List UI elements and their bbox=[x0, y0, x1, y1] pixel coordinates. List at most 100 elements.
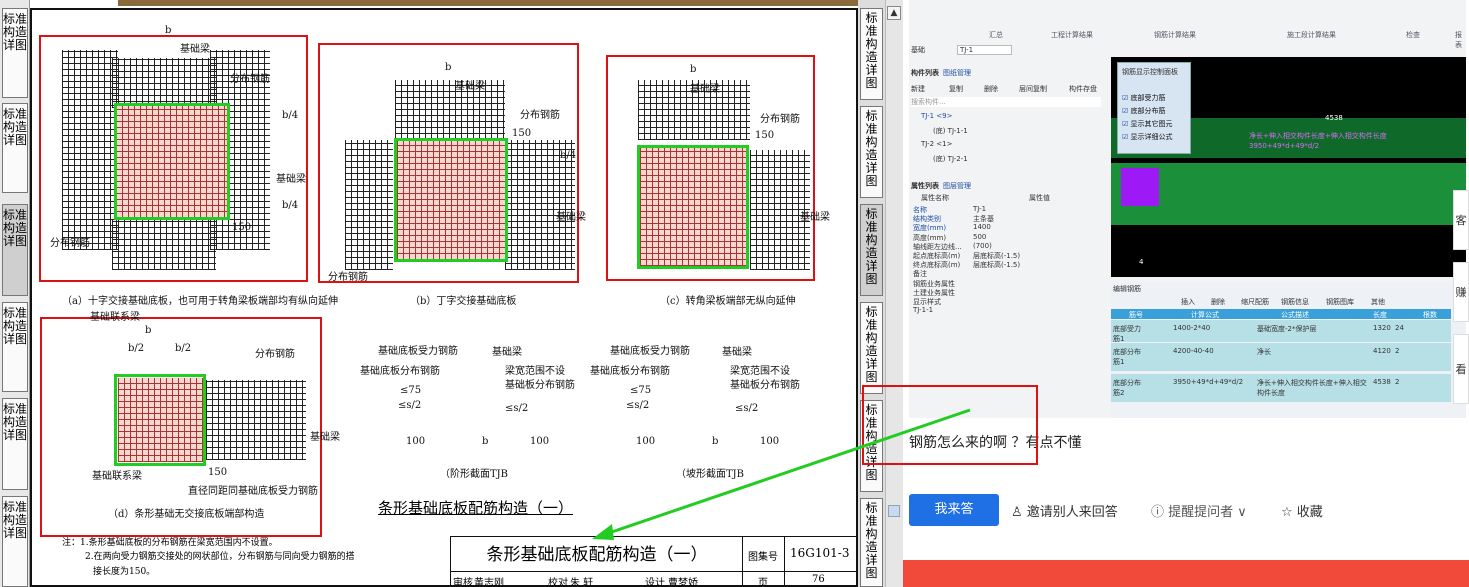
rebar-grid bbox=[345, 140, 393, 270]
answer-button[interactable]: 我来答 bbox=[909, 494, 999, 526]
prop-name: TJ-1-1 bbox=[913, 306, 934, 315]
label: 100 bbox=[760, 436, 780, 447]
label: ≤75 bbox=[400, 385, 422, 396]
prop-value[interactable]: 500 bbox=[973, 233, 986, 241]
tree-item[interactable]: TJ-2 <1> bbox=[921, 140, 952, 148]
tool-other[interactable]: 其他 bbox=[1371, 297, 1385, 307]
tool-layer-copy[interactable]: 层间复制 bbox=[1019, 84, 1047, 94]
prop-value[interactable]: 1400 bbox=[973, 223, 991, 231]
tool-info[interactable]: 钢筋信息 bbox=[1281, 297, 1309, 307]
table-row[interactable]: 底部受力筋1 1400-2*40 基础宽度-2*保护层 1320 24 bbox=[1111, 320, 1451, 343]
table-cell: 1320 bbox=[1373, 324, 1391, 332]
right-tab-4[interactable]: 标准构造详图 bbox=[860, 302, 883, 394]
label: 基础梁 bbox=[556, 212, 586, 223]
star-icon: ☆ bbox=[1281, 505, 1297, 520]
prop-head-name: 属性名称 bbox=[921, 194, 949, 202]
side-card-2[interactable]: 赚 bbox=[1453, 262, 1469, 322]
left-tab-strip: 标准构造详图 标准构造详图 标准构造详图 标准构造详图 标准构造详图 标准构造详… bbox=[0, 0, 30, 587]
prop-value[interactable]: 层底标高(-1.5) bbox=[973, 260, 1020, 270]
label: b bbox=[165, 25, 172, 36]
rebar-grid bbox=[206, 380, 306, 460]
label: ≤s/2 bbox=[505, 403, 529, 414]
label: 150 bbox=[208, 467, 228, 478]
left-tab-5[interactable]: 标准构造详图 bbox=[2, 398, 28, 490]
checker: 朱 轩 bbox=[570, 578, 594, 587]
rebar-grid bbox=[112, 220, 216, 270]
prop-tab[interactable]: 属性列表 bbox=[911, 181, 939, 191]
tree-item[interactable]: (底) TJ-1-1 bbox=[933, 126, 968, 136]
right-tab-6[interactable]: 标准构造详图 bbox=[860, 498, 883, 587]
label: b/2 bbox=[128, 343, 145, 354]
tool-insert[interactable]: 插入 bbox=[1181, 297, 1195, 307]
component-search[interactable]: 搜索构件... bbox=[911, 97, 1101, 107]
label: 基础梁 bbox=[690, 84, 720, 95]
filter-select[interactable]: TJ-1 bbox=[957, 45, 1012, 55]
scrollbar[interactable] bbox=[885, 0, 903, 587]
chevron-down-icon: ∨ bbox=[1233, 505, 1247, 520]
check-bottom-dist[interactable]: 底部分布筋 bbox=[1122, 106, 1166, 116]
table-row[interactable]: 底部分布筋2 3950+49*d+49*d/2 净长+伸入相交构件长度+伸入相交构件… bbox=[1111, 374, 1451, 402]
tree-item[interactable]: (底) TJ-2-1 bbox=[933, 154, 968, 164]
left-tab-4[interactable]: 标准构造详图 bbox=[2, 302, 28, 392]
left-tab-3[interactable]: 标准构造详图 bbox=[2, 204, 28, 296]
promo-banner[interactable] bbox=[903, 560, 1469, 587]
caption-c: （c）转角梁板端部无纵向延伸 bbox=[660, 296, 796, 307]
label: b/4 bbox=[560, 150, 577, 161]
tool-copy[interactable]: 复制 bbox=[949, 84, 963, 94]
component-list-tab[interactable]: 构件列表 bbox=[911, 68, 939, 78]
caption-b: （b）丁字交接基础底板 bbox=[410, 296, 517, 307]
tool-save[interactable]: 构件存盘 bbox=[1069, 84, 1097, 94]
check-label: 校对 bbox=[548, 578, 568, 587]
beam-band bbox=[1111, 163, 1466, 225]
left-tab-2[interactable]: 标准构造详图 bbox=[2, 103, 28, 193]
check-formula[interactable]: 显示详细公式 bbox=[1122, 132, 1173, 142]
label: ≤s/2 bbox=[626, 400, 650, 411]
prop-value[interactable]: TJ-1 bbox=[973, 205, 986, 213]
label: 分布钢筋 bbox=[520, 110, 560, 121]
caption-e: （阶形截面TJB bbox=[440, 469, 509, 480]
th: 公式描述 bbox=[1281, 311, 1309, 319]
axis-label: 4 bbox=[1139, 258, 1144, 266]
layer-tab[interactable]: 图层管理 bbox=[943, 181, 971, 191]
caption-d: （d）条形基础无交接底板端部构造 bbox=[108, 509, 265, 520]
dim-value: 4538 bbox=[1325, 114, 1343, 122]
tool-delete-row[interactable]: 删除 bbox=[1211, 297, 1225, 307]
drawing-mgmt-tab[interactable]: 图纸管理 bbox=[943, 68, 971, 78]
tool-delete[interactable]: 删除 bbox=[984, 84, 998, 94]
scroll-thumb[interactable] bbox=[888, 505, 900, 517]
review-label: 审核 bbox=[453, 578, 473, 587]
side-card-3[interactable]: 看 bbox=[1453, 334, 1469, 404]
label: 基础梁 bbox=[492, 347, 522, 358]
tool-library[interactable]: 钢筋图库 bbox=[1326, 297, 1354, 307]
right-tab-2[interactable]: 标准构造详图 bbox=[860, 106, 883, 198]
table-cell: 底部分布筋1 bbox=[1113, 348, 1141, 366]
atlas-number: 16G101-3 bbox=[790, 546, 850, 560]
atlas-label: 图集号 bbox=[748, 552, 778, 563]
invite-label: 邀请别人来回答 bbox=[1026, 505, 1118, 520]
tool-scale[interactable]: 缩尺配筋 bbox=[1241, 297, 1269, 307]
label: 基础梁 bbox=[276, 174, 306, 185]
prop-value[interactable]: (700) bbox=[973, 242, 992, 250]
left-tab-6[interactable]: 标准构造详图 bbox=[2, 496, 28, 587]
software-tabs: 汇总 工程计算结果 钢筋计算结果 施工段计算结果 检查 报表 bbox=[909, 30, 1466, 49]
right-tab-3[interactable]: 标准构造详图 bbox=[860, 204, 883, 296]
label: 150 bbox=[512, 128, 532, 139]
favorite-button[interactable]: ☆ 收藏 bbox=[1281, 501, 1323, 520]
label: 分布钢筋 bbox=[50, 238, 90, 249]
tool-new[interactable]: 新建 bbox=[911, 84, 925, 94]
table-row[interactable]: 底部分布筋1 4200-40-40 净长 4120 2 bbox=[1111, 343, 1451, 371]
caption-f: （坡形截面TJB bbox=[676, 469, 745, 480]
label: 100 bbox=[530, 436, 550, 447]
remind-button[interactable]: ⓘ 提醒提问者 ∨ bbox=[1151, 501, 1247, 520]
label: b/2 bbox=[175, 343, 192, 354]
check-other[interactable]: 显示其它图元 bbox=[1122, 119, 1173, 129]
table-cell: 底部受力筋1 bbox=[1113, 325, 1141, 343]
tree-item[interactable]: TJ-1 <9> bbox=[921, 112, 952, 120]
th: 根数 bbox=[1423, 311, 1437, 319]
right-tab-1[interactable]: 标准构造详图 bbox=[860, 8, 883, 100]
invite-button[interactable]: ♙ 邀请别人来回答 bbox=[1011, 501, 1118, 520]
side-card-1[interactable]: 客 bbox=[1453, 190, 1469, 250]
check-bottom-main[interactable]: 底部受力筋 bbox=[1122, 93, 1166, 103]
left-tab-1[interactable]: 标准构造详图 bbox=[2, 8, 28, 98]
scroll-up-icon[interactable]: ▲ bbox=[887, 6, 901, 20]
